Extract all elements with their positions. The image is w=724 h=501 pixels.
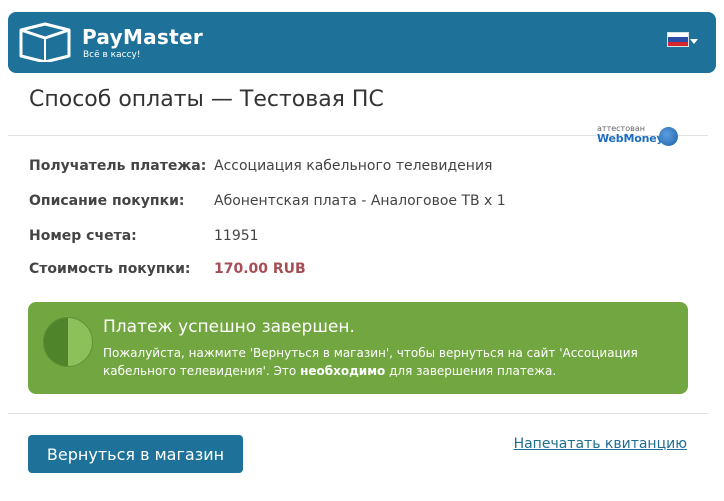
actions-divider (8, 413, 708, 414)
recipient-label: Получатель платежа: (29, 158, 207, 174)
webmoney-certificate-badge[interactable]: аттестован WebMoney (597, 124, 679, 148)
print-receipt-link[interactable]: Напечатать квитанцию (514, 436, 687, 452)
webmoney-brand-text: WebMoney (597, 132, 664, 145)
paymaster-logo-icon (19, 22, 71, 62)
webmoney-globe-icon (659, 127, 678, 146)
recipient-value: Ассоциация кабельного телевидения (214, 158, 493, 174)
chevron-down-icon[interactable] (690, 39, 698, 44)
description-value: Абонентская плата - Аналоговое ТВ х 1 (214, 193, 506, 209)
description-label: Описание покупки: (29, 193, 185, 209)
brand-name: PayMaster (82, 25, 204, 49)
cost-label: Стоимость покупки: (29, 261, 191, 277)
return-to-shop-button[interactable]: Вернуться в магазин (28, 435, 243, 473)
russian-flag-icon (667, 32, 689, 47)
success-message-box: Платеж успешно завершен. Пожалуйста, наж… (28, 302, 688, 394)
brand-slogan: Всё в кассу! (83, 50, 141, 60)
language-selector[interactable] (667, 32, 689, 48)
success-title: Платеж успешно завершен. (103, 317, 355, 337)
success-text-bold: необходимо (300, 364, 386, 378)
success-text: Пожалуйста, нажмите 'Вернуться в магазин… (103, 344, 663, 380)
invoice-value: 11951 (214, 228, 259, 244)
success-status-icon (43, 317, 93, 367)
success-text-after: для завершения платежа. (385, 364, 557, 378)
invoice-label: Номер счета: (29, 228, 137, 244)
cost-value: 170.00 RUB (214, 261, 306, 277)
page-title: Способ оплаты — Тестовая ПС (29, 87, 384, 112)
header-bar: PayMaster Всё в кассу! (8, 12, 716, 73)
